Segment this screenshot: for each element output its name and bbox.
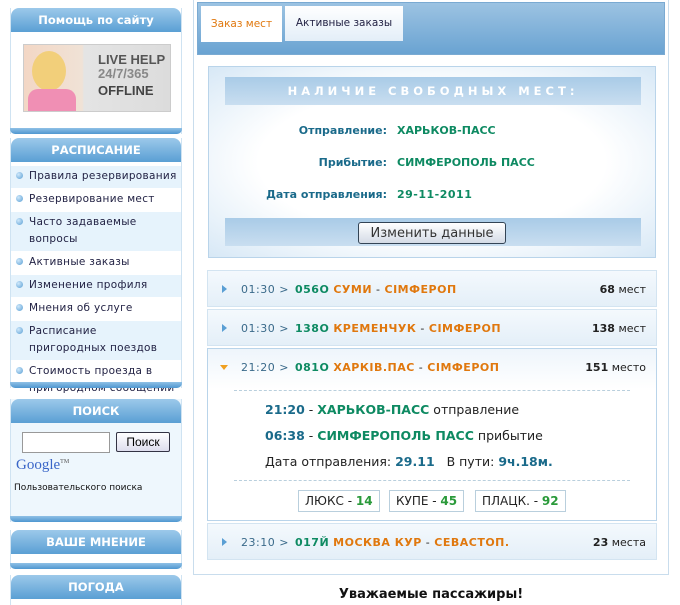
train-row[interactable]: 23:10 > 017Й МОСКВА КУР - СЕВАСТОП. 23 м…: [207, 523, 657, 560]
bullet-icon: [16, 367, 23, 374]
train-row[interactable]: 01:30 > 138О КРЕМЕНЧУК - СІМФЕРОП 138 ме…: [207, 309, 657, 346]
menu-item[interactable]: Стоимость проезда в пригородном сообщени…: [11, 361, 181, 401]
search-input[interactable]: [22, 432, 110, 453]
bullet-icon: [16, 258, 23, 265]
expand-arrow-icon[interactable]: [222, 538, 227, 546]
arrival-detail: 06:38 - СИМФЕРОПОЛЬ ПАСС прибытие: [265, 428, 543, 443]
trip-detail: Дата отправления: 29.11 В пути: 9ч.18м.: [265, 454, 553, 469]
search-box: ПОИСК Поиск GoogleTM Пользовательского п…: [10, 399, 182, 522]
menu-item[interactable]: Расписание пригородных поездов: [11, 321, 181, 361]
bullet-icon: [16, 172, 23, 179]
bullet-icon: [16, 304, 23, 311]
train-row[interactable]: 01:30 > 056О СУМИ - СІМФЕРОП 68 мест: [207, 270, 657, 307]
menu-item[interactable]: Мнения об услуге: [11, 298, 181, 321]
arrival-value: СИМФЕРОПОЛЬ ПАСС: [397, 156, 535, 169]
menu-item[interactable]: Резервирование мест: [11, 189, 181, 212]
collapse-arrow-icon[interactable]: [220, 365, 228, 370]
class-platz-button[interactable]: ПЛАЦК. - 92: [475, 490, 566, 512]
bullet-icon: [16, 281, 23, 288]
departure-value: ХАРЬКОВ-ПАСС: [397, 124, 496, 137]
date-value: 29-11-2011: [397, 188, 473, 201]
search-title: ПОИСК: [11, 399, 181, 423]
bullet-icon: [16, 327, 23, 334]
search-button[interactable]: Поиск: [116, 432, 170, 452]
opinion-title[interactable]: ВАШЕ МНЕНИЕ: [11, 530, 181, 554]
change-data-button[interactable]: Изменить данные: [358, 222, 506, 244]
opinion-box: ВАШЕ МНЕНИЕ: [10, 530, 182, 569]
live-help-banner[interactable]: LIVE HELP 24/7/365 OFFLINE: [23, 44, 171, 112]
google-logo: GoogleTM: [16, 457, 70, 473]
bullet-icon: [16, 195, 23, 202]
operator-icon: [32, 51, 66, 91]
availability-box: НАЛИЧИЕ СВОБОДНЫХ МЕСТ: Отправление: ХАР…: [208, 66, 656, 258]
search-caption: Пользовательского поиска: [14, 483, 143, 493]
expand-arrow-icon[interactable]: [222, 324, 227, 332]
expand-arrow-icon[interactable]: [222, 285, 227, 293]
bullet-icon: [16, 218, 23, 225]
departure-label: Отправление:: [298, 124, 387, 137]
help-box: Помощь по сайту LIVE HELP 24/7/365 OFFLI…: [10, 8, 182, 134]
menu-item[interactable]: Часто задаваемые вопросы: [11, 212, 181, 252]
weather-title[interactable]: ПОГОДА: [11, 575, 181, 599]
schedule-title: РАСПИСАНИЕ: [11, 138, 181, 162]
menu-item[interactable]: Правила резервирования: [11, 166, 181, 189]
menu-item[interactable]: Активные заказы: [11, 252, 181, 275]
schedule-box: РАСПИСАНИЕ Правила резервирования Резерв…: [10, 138, 182, 401]
class-kupe-button[interactable]: КУПЕ - 45: [389, 490, 465, 512]
arrival-label: Прибытие:: [318, 156, 387, 169]
departure-detail: 21:20 - ХАРЬКОВ-ПАСС отправление: [265, 402, 520, 417]
class-lux-button[interactable]: ЛЮКС - 14: [298, 490, 380, 512]
menu-item[interactable]: Изменение профиля: [11, 275, 181, 298]
schedule-menu: Правила резервирования Резервирование ме…: [11, 162, 181, 401]
tab-bar: Заказ мест Активные заказы: [197, 2, 665, 55]
date-label: Дата отправления:: [266, 188, 387, 201]
tab-order-seats[interactable]: Заказ мест: [201, 6, 282, 42]
tab-active-orders[interactable]: Активные заказы: [285, 6, 403, 41]
help-title: Помощь по сайту: [11, 8, 181, 32]
availability-title: НАЛИЧИЕ СВОБОДНЫХ МЕСТ:: [225, 77, 641, 105]
weather-box: ПОГОДА: [10, 575, 182, 605]
